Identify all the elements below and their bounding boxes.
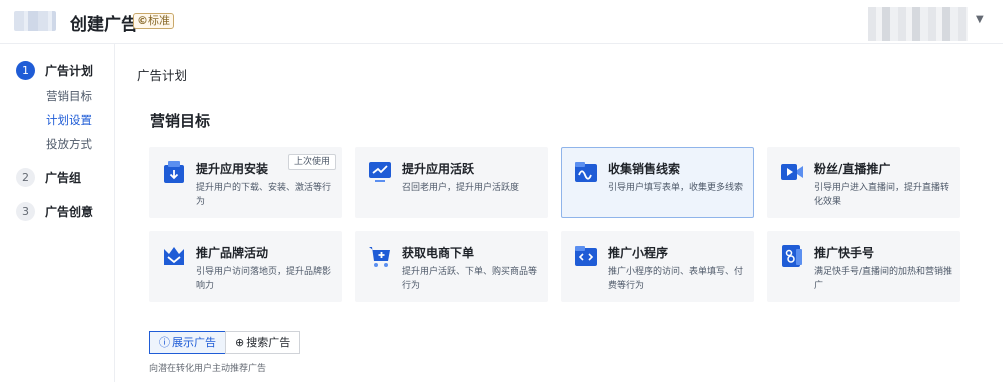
card-title: 粉丝/直播推广 — [814, 162, 891, 176]
tab-search-ads[interactable]: ⊕ 搜索广告 — [225, 331, 301, 354]
card-desc: 提升用户的下载、安装、激活等行为 — [196, 183, 332, 207]
top-header: 创建广告 ©标准 ▼ — [0, 0, 1003, 44]
section-title: 广告计划 — [137, 68, 188, 83]
trend-screen-icon — [369, 162, 391, 182]
substep-marketing-goal[interactable]: 营销目标 — [46, 88, 92, 104]
crown-icon — [164, 247, 184, 265]
step-ad-plan[interactable]: 1 广告计划 — [16, 61, 93, 80]
wave-folder-icon — [575, 162, 597, 182]
account-icon — [782, 245, 802, 267]
tab-label: 搜索广告 — [246, 336, 291, 349]
ad-type-tabs: ⓘ 展示广告 ⊕ 搜索广告 — [149, 331, 301, 354]
card-desc: 引导用户填写表单，收集更多线索 — [608, 183, 744, 193]
card-title: 推广品牌活动 — [196, 246, 269, 260]
marketing-goal-title: 营销目标 — [150, 112, 211, 130]
goal-card-live-promo[interactable]: 粉丝/直播推广 引导用户进入直播间，提升直播转化效果 — [767, 147, 960, 218]
card-title: 推广快手号 — [814, 246, 875, 260]
card-desc: 提升用户活跃、下单、购买商品等行为 — [402, 267, 538, 291]
card-title: 收集销售线索 — [608, 162, 681, 176]
badge-label: 标准 — [148, 14, 170, 27]
goal-card-app-install[interactable]: 提升应用安装 提升用户的下载、安装、激活等行为 上次使用 — [149, 147, 342, 218]
step-label: 广告创意 — [45, 205, 94, 219]
info-icon: ⓘ — [159, 336, 170, 349]
goal-card-ecommerce[interactable]: 获取电商下单 提升用户活跃、下单、购买商品等行为 — [355, 231, 548, 302]
card-desc: 引导用户进入直播间，提升直播转化效果 — [814, 183, 950, 207]
card-title: 提升应用安装 — [196, 162, 269, 176]
card-desc: 满足快手号/直播间的加热和营销推广 — [814, 267, 953, 291]
goal-card-app-active[interactable]: 提升应用活跃 召回老用户，提升用户活跃度 — [355, 147, 548, 218]
cart-icon — [369, 247, 390, 267]
step-sidebar: 1 广告计划 营销目标 计划设置 投放方式 2 广告组 3 广告创意 — [0, 44, 115, 382]
standard-badge: ©标准 — [133, 13, 174, 29]
card-title: 获取电商下单 — [402, 246, 475, 260]
tab-label: 展示广告 — [172, 336, 216, 349]
copyright-icon: © — [137, 14, 148, 27]
tab-hint: 向潜在转化用户主动推荐广告 — [149, 364, 267, 374]
last-used-tag: 上次使用 — [287, 154, 336, 170]
chevron-down-icon[interactable]: ▼ — [976, 14, 984, 25]
card-desc: 召回老用户，提升用户活跃度 — [402, 183, 520, 193]
goal-card-kuaishou-account[interactable]: 推广快手号 满足快手号/直播间的加热和营销推广 — [767, 231, 960, 302]
card-title: 推广小程序 — [608, 246, 669, 260]
tab-display-ads[interactable]: ⓘ 展示广告 — [149, 331, 226, 354]
step-number: 3 — [16, 202, 35, 221]
card-desc: 推广小程序的访问、表单填写、付费等行为 — [608, 267, 744, 291]
card-desc: 引导用户访问落地页，提升品牌影响力 — [196, 267, 332, 291]
step-ad-group[interactable]: 2 广告组 — [16, 168, 81, 187]
card-title: 提升应用活跃 — [402, 162, 475, 176]
live-camera-icon — [781, 164, 803, 180]
download-box-icon — [164, 161, 184, 183]
step-number: 2 — [16, 168, 35, 187]
goal-card-mini-program[interactable]: 推广小程序 推广小程序的访问、表单填写、付费等行为 — [561, 231, 754, 302]
step-label: 广告组 — [45, 171, 82, 185]
account-avatar[interactable] — [868, 7, 968, 41]
goal-card-brand-event[interactable]: 推广品牌活动 引导用户访问落地页，提升品牌影响力 — [149, 231, 342, 302]
substep-plan-settings[interactable]: 计划设置 — [46, 112, 92, 128]
page-title: 创建广告 — [70, 15, 138, 35]
step-number: 1 — [16, 61, 35, 80]
zoom-icon: ⊕ — [235, 336, 245, 349]
mini-program-icon — [575, 246, 597, 266]
goal-card-sales-leads[interactable]: 收集销售线索 引导用户填写表单，收集更多线索 — [561, 147, 754, 218]
substep-delivery-method[interactable]: 投放方式 — [46, 136, 92, 152]
step-ad-creative[interactable]: 3 广告创意 — [16, 202, 93, 221]
brand-logo — [14, 11, 56, 31]
step-label: 广告计划 — [45, 64, 94, 78]
